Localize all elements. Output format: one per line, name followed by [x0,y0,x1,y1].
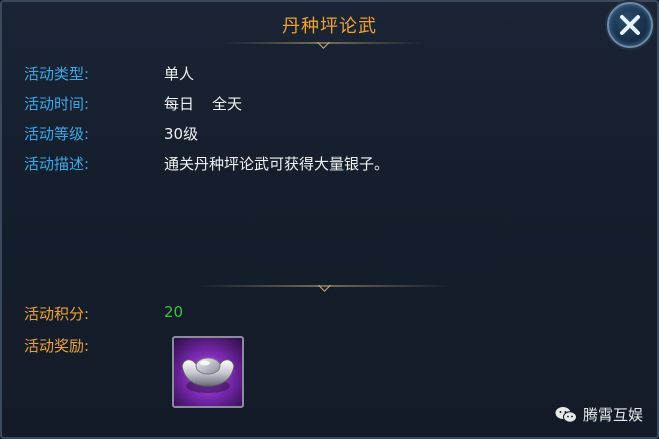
activity-time-day: 每日 [164,95,195,113]
activity-time-label: 活动时间: [24,95,90,113]
activity-type-label: 活动类型: [24,65,90,83]
activity-info-panel: 丹种坪论武 活动类型: 单人 活动时间: 每日 全天 活动等级: 30级 活动描述… [0,0,659,439]
activity-type-value: 单人 [164,65,195,83]
wechat-icon [555,406,577,424]
reward-item-slot[interactable] [172,336,244,408]
title-divider-ornament [317,36,330,49]
panel-title: 丹种坪论武 [282,16,377,37]
close-button[interactable] [607,2,653,48]
activity-reward-label: 活动奖励: [24,337,90,355]
activity-desc-value: 通关丹种坪论武可获得大量银子。 [164,155,390,173]
activity-level-label: 活动等级: [24,125,90,143]
watermark-text: 腾霄互娱 [582,406,643,424]
close-icon [620,15,640,35]
activity-time-hours: 全天 [212,95,243,113]
silver-ingot-icon [181,357,235,393]
watermark: 腾霄互娱 [555,404,643,425]
activity-time-value: 每日 全天 [164,93,242,114]
activity-level-value: 30级 [164,125,199,143]
activity-desc-label: 活动描述: [24,155,90,173]
activity-score-value: 20 [164,303,184,321]
section-divider-ornament [318,279,331,292]
activity-score-label: 活动积分: [24,305,90,323]
